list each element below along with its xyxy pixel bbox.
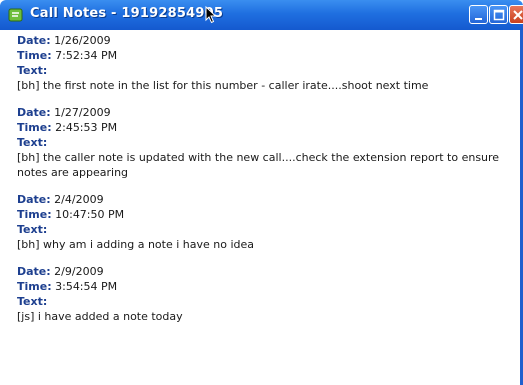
note-time: 2:45:53 PM	[55, 121, 118, 134]
date-label: Date:	[17, 34, 51, 47]
maximize-button[interactable]	[489, 5, 508, 24]
note-date: 2/9/2009	[54, 265, 104, 278]
note-item: Date: 1/27/2009 Time: 2:45:53 PM Text: […	[17, 105, 517, 180]
time-label: Time:	[17, 208, 52, 221]
note-text: [bh] the first note in the list for this…	[17, 79, 429, 92]
maximize-icon	[493, 9, 505, 21]
note-date: 1/26/2009	[54, 34, 111, 47]
title-bar[interactable]: Call Notes - 19192854905	[0, 0, 523, 30]
window-title: Call Notes - 19192854905	[30, 6, 224, 21]
note-item: Date: 2/4/2009 Time: 10:47:50 PM Text: […	[17, 192, 517, 252]
note-time: 10:47:50 PM	[55, 208, 125, 221]
text-label: Text:	[17, 64, 48, 77]
mouse-pointer-icon	[205, 6, 217, 24]
text-label: Text:	[17, 136, 48, 149]
time-label: Time:	[17, 49, 52, 62]
close-button[interactable]	[509, 5, 523, 24]
note-text: [js] i have added a note today	[17, 310, 183, 323]
minimize-button[interactable]	[469, 5, 488, 24]
date-label: Date:	[17, 265, 51, 278]
time-label: Time:	[17, 280, 52, 293]
note-date: 1/27/2009	[54, 106, 111, 119]
date-label: Date:	[17, 193, 51, 206]
note-text: [bh] the caller note is updated with the…	[17, 151, 500, 179]
note-time: 3:54:54 PM	[55, 280, 118, 293]
text-label: Text:	[17, 295, 48, 308]
time-label: Time:	[17, 121, 52, 134]
close-icon	[513, 10, 523, 20]
note-date: 2/4/2009	[54, 193, 104, 206]
note-item: Date: 2/9/2009 Time: 3:54:54 PM Text: [j…	[17, 264, 517, 324]
minimize-icon	[475, 18, 482, 20]
date-label: Date:	[17, 106, 51, 119]
note-item: Date: 1/26/2009 Time: 7:52:34 PM Text: […	[17, 33, 517, 93]
call-notes-window: Call Notes - 19192854905 Date: 1/26/2009…	[0, 0, 523, 385]
note-time: 7:52:34 PM	[55, 49, 118, 62]
call-notes-app-icon	[8, 8, 23, 22]
notes-list[interactable]: Date: 1/26/2009 Time: 7:52:34 PM Text: […	[17, 33, 517, 383]
text-label: Text:	[17, 223, 48, 236]
note-text: [bh] why am i adding a note i have no id…	[17, 238, 255, 251]
